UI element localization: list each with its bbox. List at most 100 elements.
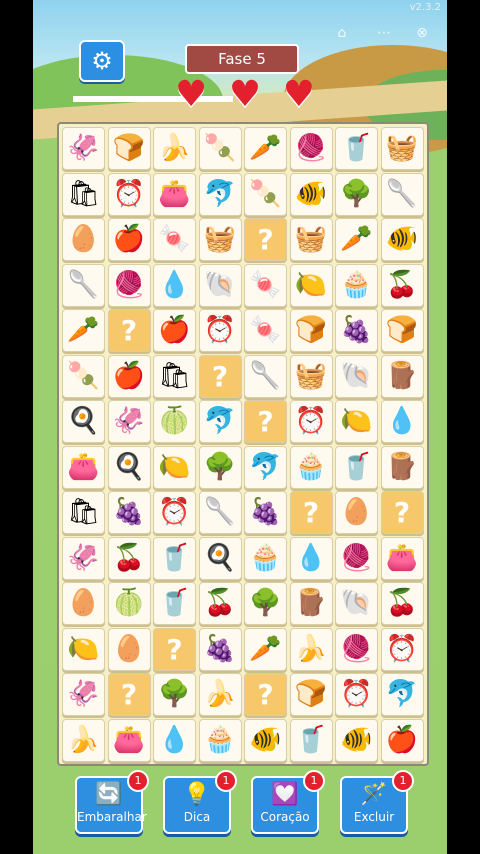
mystery-tile[interactable]: ? <box>198 354 242 398</box>
tile-bread[interactable]: 🍞 <box>107 127 151 170</box>
tile-drop[interactable]: 💧 <box>153 263 196 307</box>
tile-lemon[interactable]: 🍋 <box>153 445 196 489</box>
tile-egg[interactable]: 🥚 <box>335 491 378 534</box>
tile-cup[interactable]: 🥤 <box>335 445 378 489</box>
tile-tree[interactable]: 🌳 <box>335 172 378 216</box>
tile-sack[interactable]: 🛍 <box>62 491 105 534</box>
tile-apple[interactable]: 🍎 <box>380 718 424 762</box>
more-icon[interactable]: ⋯ <box>373 22 395 44</box>
tile-dolphin[interactable]: 🐬 <box>380 673 424 716</box>
tile-basket[interactable]: 🧺 <box>380 127 424 170</box>
tile-apple[interactable]: 🍎 <box>153 309 196 352</box>
tile-tree[interactable]: 🌳 <box>244 582 287 625</box>
tile-shell[interactable]: 🐚 <box>198 263 242 307</box>
tile-squid[interactable]: 🦑 <box>107 400 151 443</box>
tile-lemon[interactable]: 🍋 <box>62 627 105 671</box>
tile-bread[interactable]: 🍞 <box>289 673 333 716</box>
tile-pan[interactable]: 🍳 <box>198 536 242 580</box>
tile-apple[interactable]: 🍎 <box>107 354 151 398</box>
tile-purse[interactable]: 👛 <box>62 445 105 489</box>
mystery-tile[interactable]: ? <box>153 627 196 671</box>
tile-bread[interactable]: 🍞 <box>380 309 424 352</box>
tile-clock[interactable]: ⏰ <box>289 400 333 443</box>
remove-button[interactable]: 🪄 Excluir 1 <box>340 770 414 834</box>
tile-lemon[interactable]: 🍋 <box>289 263 333 307</box>
hint-button[interactable]: 💡 Dica 1 <box>163 770 237 834</box>
tile-basket[interactable]: 🧺 <box>289 218 333 261</box>
shuffle-button[interactable]: 🔄 Embaralhar 1 <box>75 770 149 834</box>
tile-cup[interactable]: 🥤 <box>153 536 196 580</box>
tile-cup[interactable]: 🥤 <box>289 718 333 762</box>
tile-carrot[interactable]: 🥕 <box>244 127 287 170</box>
tile-squid[interactable]: 🦑 <box>62 673 105 716</box>
tile-yarn[interactable]: 🧶 <box>289 127 333 170</box>
tile-log[interactable]: 🪵 <box>289 582 333 625</box>
tile-cup[interactable]: 🥤 <box>153 582 196 625</box>
tile-tree[interactable]: 🌳 <box>153 673 196 716</box>
tile-cupcake[interactable]: 🧁 <box>198 718 242 762</box>
tile-apple[interactable]: 🍎 <box>107 218 151 261</box>
mystery-tile[interactable]: ? <box>380 491 424 534</box>
tile-purse[interactable]: 👛 <box>380 536 424 580</box>
tile-cherry[interactable]: 🍒 <box>107 536 151 580</box>
tile-spoon[interactable]: 🥄 <box>244 354 287 398</box>
mystery-tile[interactable]: ? <box>244 673 287 716</box>
tile-clock[interactable]: ⏰ <box>198 309 242 352</box>
tile-basket[interactable]: 🧺 <box>289 354 333 398</box>
tile-fish[interactable]: 🐠 <box>244 718 287 762</box>
tile-banana[interactable]: 🍌 <box>198 673 242 716</box>
tile-fish[interactable]: 🐠 <box>335 718 378 762</box>
tile-pan[interactable]: 🍳 <box>62 400 105 443</box>
tile-egg[interactable]: 🥚 <box>62 218 105 261</box>
tile-yarn[interactable]: 🧶 <box>107 263 151 307</box>
tile-squid[interactable]: 🦑 <box>62 127 105 170</box>
tile-grapes[interactable]: 🍇 <box>244 491 287 534</box>
tile-cherry[interactable]: 🍒 <box>198 582 242 625</box>
tile-basket[interactable]: 🧺 <box>198 218 242 261</box>
tile-banana[interactable]: 🍌 <box>289 627 333 671</box>
tile-shell[interactable]: 🐚 <box>335 354 378 398</box>
tile-fish[interactable]: 🐠 <box>289 172 333 216</box>
tile-squid[interactable]: 🦑 <box>62 536 105 580</box>
tile-clock[interactable]: ⏰ <box>380 627 424 671</box>
tile-drop[interactable]: 💧 <box>153 718 196 762</box>
tile-pan[interactable]: 🍳 <box>107 445 151 489</box>
tile-shell[interactable]: 🐚 <box>335 582 378 625</box>
tile-spoon[interactable]: 🥄 <box>62 263 105 307</box>
tile-yarn[interactable]: 🧶 <box>335 627 378 671</box>
tile-spoon[interactable]: 🥄 <box>198 491 242 534</box>
tile-carrot[interactable]: 🥕 <box>244 627 287 671</box>
tile-candy[interactable]: 🍬 <box>244 309 287 352</box>
tile-spoon[interactable]: 🥄 <box>380 172 424 216</box>
tile-dolphin[interactable]: 🐬 <box>198 172 242 216</box>
heart-boost-button[interactable]: 💟 Coração 1 <box>251 770 325 834</box>
tile-log[interactable]: 🪵 <box>380 354 424 398</box>
tile-clock[interactable]: ⏰ <box>153 491 196 534</box>
tile-banana[interactable]: 🍌 <box>153 127 196 170</box>
mystery-tile[interactable]: ? <box>107 309 151 352</box>
tile-egg[interactable]: 🥚 <box>62 582 105 625</box>
tile-clock[interactable]: ⏰ <box>335 673 378 716</box>
tile-carrot[interactable]: 🥕 <box>335 218 378 261</box>
mystery-tile[interactable]: ? <box>244 400 287 443</box>
tile-bread[interactable]: 🍞 <box>289 309 333 352</box>
tile-fish[interactable]: 🐠 <box>380 218 424 261</box>
tile-candy[interactable]: 🍬 <box>153 218 196 261</box>
tile-cupcake[interactable]: 🧁 <box>244 536 287 580</box>
tile-lemon[interactable]: 🍋 <box>335 400 378 443</box>
tile-purse[interactable]: 👛 <box>153 172 196 216</box>
tile-dolphin[interactable]: 🐬 <box>244 445 287 489</box>
tile-drop[interactable]: 💧 <box>380 400 424 443</box>
mystery-tile[interactable]: ? <box>244 218 287 261</box>
home-icon[interactable]: ⌂ <box>331 22 353 44</box>
tile-sack[interactable]: 🛍 <box>153 354 196 398</box>
mystery-tile[interactable]: ? <box>107 673 151 716</box>
settings-button[interactable]: ⚙ <box>79 40 125 82</box>
mystery-tile[interactable]: ? <box>289 491 333 534</box>
tile-melon[interactable]: 🍈 <box>107 582 151 625</box>
tile-popsicle[interactable]: 🍡 <box>198 127 242 170</box>
tile-cupcake[interactable]: 🧁 <box>289 445 333 489</box>
tile-melon[interactable]: 🍈 <box>153 400 196 443</box>
tile-dolphin[interactable]: 🐬 <box>198 400 242 443</box>
tile-candy[interactable]: 🍬 <box>244 263 287 307</box>
